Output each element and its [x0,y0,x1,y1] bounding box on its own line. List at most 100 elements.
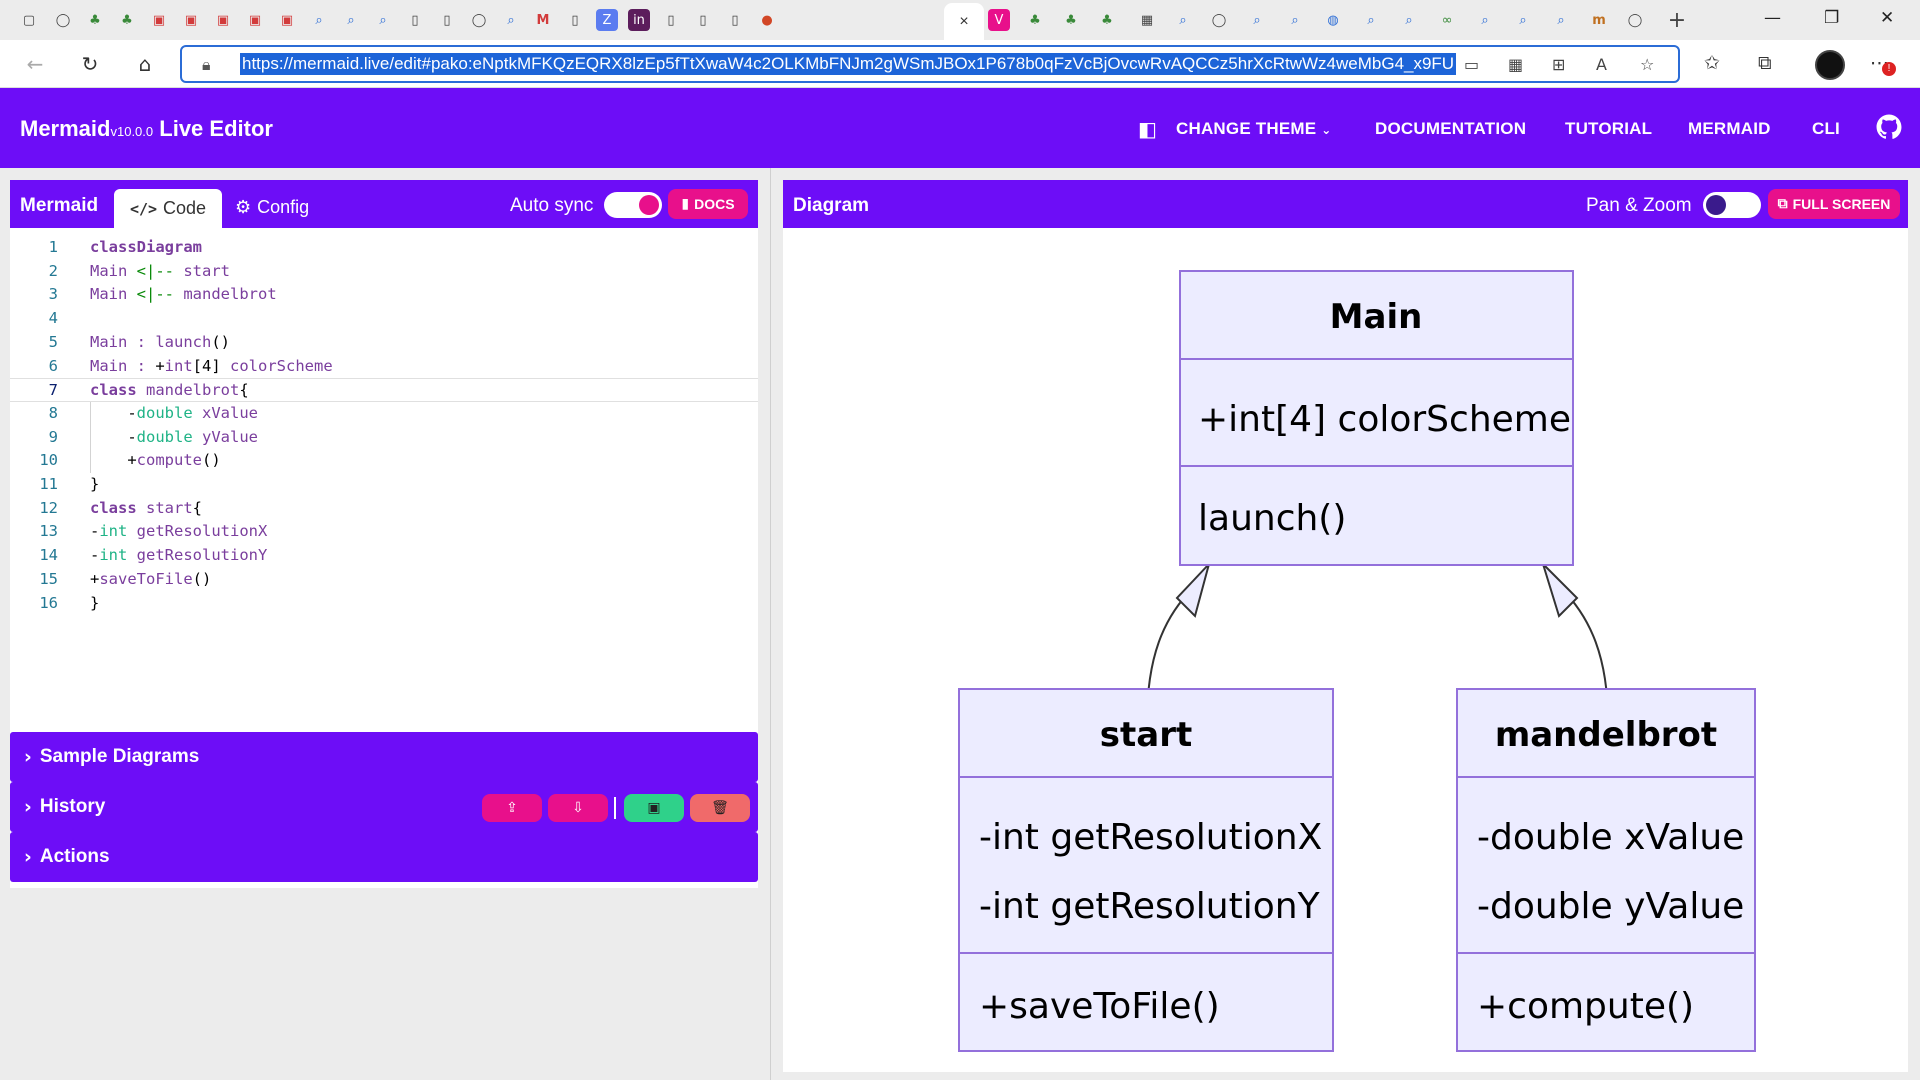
code-line[interactable]: 10 +compute() [10,449,758,473]
tab-favicon-in[interactable]: in [628,9,650,31]
tab-favicon-pink[interactable]: V [988,9,1010,31]
tab-favicon-doc[interactable]: ▯ [564,9,586,31]
tab-favicon-search[interactable]: ⌕ [372,9,394,31]
qr-code-icon[interactable]: ▦ [1508,55,1523,74]
tab-favicon-search[interactable]: ⌕ [500,9,522,31]
full-screen-button[interactable]: ⧉ FULL SCREEN [1768,189,1900,219]
address-bar[interactable]: 🔒︎ https://mermaid.live/edit#pako:eNptkM… [180,45,1680,83]
tab-favicon-green[interactable]: ♣ [116,9,138,31]
tab-favicon-green[interactable]: ♣ [1024,9,1046,31]
tab-favicon-search[interactable]: ⌕ [1512,9,1534,31]
code-line[interactable]: 3 Main <|-- mandelbrot [10,283,758,307]
lock-icon[interactable]: 🔒︎ [202,55,211,75]
add-favorite-icon[interactable]: ☆ [1640,55,1654,74]
code-line[interactable]: 12 class start{ [10,497,758,521]
active-tab[interactable]: × [944,3,984,40]
reload-icon[interactable]: ↻ [75,49,105,79]
code-line[interactable]: 9 -double yValue [10,426,758,450]
new-tab-icon[interactable]: + [1666,8,1688,33]
tab-favicon-github[interactable]: ◯ [468,9,490,31]
code-line[interactable]: 7 class mandelbrot{ [10,378,758,402]
code-line[interactable]: 1 classDiagram [10,236,758,260]
tab-favicon-z[interactable]: Z [596,9,618,31]
sample-diagrams-accordion[interactable]: › Sample Diagrams [10,732,758,782]
tab-favicon-doc[interactable]: ▯ [404,9,426,31]
device-icon[interactable]: ▭ [1464,55,1479,74]
delete-button[interactable]: 🗑︎ [690,794,750,822]
tab-favicon-search[interactable]: ⌕ [1360,9,1382,31]
tab-favicon-green[interactable]: ♣ [1096,9,1118,31]
profile-avatar[interactable] [1815,50,1845,80]
upload-button[interactable]: ⇪ [482,794,542,822]
tab-favicon-search[interactable]: ⌕ [1246,9,1268,31]
save-button[interactable]: ▣ [624,794,684,822]
code-line[interactable]: 8 -double xValue [10,402,758,426]
docs-button[interactable]: ▮ DOCS [668,189,748,219]
tab-favicon-link[interactable]: ∞ [1436,9,1458,31]
code-line[interactable]: 15 +saveToFile() [10,568,758,592]
code-line[interactable]: 13 -int getResolutionX [10,520,758,544]
class-start[interactable]: start -int getResolutionX -int getResolu… [958,688,1334,1052]
tab-favicon-search[interactable]: ⌕ [1550,9,1572,31]
tab-favicon-search[interactable]: ⌕ [340,9,362,31]
code-line[interactable]: 6 Main : +int[4] colorScheme [10,355,758,379]
download-button[interactable]: ⇩ [548,794,608,822]
close-window-icon[interactable]: ✕ [1880,8,1894,28]
pan-zoom-toggle[interactable] [1703,192,1761,218]
tab-actions-icon[interactable]: ▢ [18,9,40,31]
tab-favicon-green[interactable]: ♣ [84,9,106,31]
github-icon[interactable] [1876,114,1902,140]
cli-link[interactable]: CLI [1812,119,1840,139]
tab-favicon-github[interactable]: ◯ [1624,9,1646,31]
restore-icon[interactable]: ❐ [1824,8,1839,28]
tab-favicon-search[interactable]: ⌕ [308,9,330,31]
code-line[interactable]: 2 Main <|-- start [10,260,758,284]
tab-favicon-green[interactable]: ♣ [1060,9,1082,31]
tab-favicon-calendar[interactable]: ▦ [1136,9,1158,31]
class-main[interactable]: Main +int[4] colorScheme launch() [1179,270,1574,566]
tab-favicon-search[interactable]: ⌕ [1474,9,1496,31]
tab-favicon-search[interactable]: ⌕ [1284,9,1306,31]
code-line[interactable]: 11} [10,473,758,497]
home-icon[interactable]: ⌂ [130,49,160,79]
tab-favicon-search[interactable]: ⌕ [1172,9,1194,31]
mermaid-link[interactable]: MERMAID [1688,119,1771,139]
tab-favicon-gmail[interactable]: M [532,9,554,31]
tab-favicon-doc[interactable]: ▯ [692,9,714,31]
tutorial-link[interactable]: TUTORIAL [1565,119,1652,139]
tab-favicon-red[interactable]: ▣ [244,9,266,31]
class-mandelbrot[interactable]: mandelbrot -double xValue -double yValue… [1456,688,1756,1052]
tab-code[interactable]: </> Code [114,189,222,228]
tab-favicon-doc[interactable]: ▯ [660,9,682,31]
code-line[interactable]: 4 [10,307,758,331]
tab-favicon-doc[interactable]: ▯ [436,9,458,31]
change-theme-button[interactable]: CHANGE THEME ⌄ [1176,119,1332,139]
url-text[interactable]: https://mermaid.live/edit#pako:eNptkMFKQ… [240,53,1457,75]
class-diagram[interactable]: Main +int[4] colorScheme launch() start … [783,228,1908,1072]
tab-favicon-globe[interactable]: ◍ [1322,9,1344,31]
tab-favicon-red[interactable]: ▣ [180,9,202,31]
collections-icon[interactable]: ⧉ [1758,52,1772,74]
code-line[interactable]: 16} [10,592,758,616]
tab-config[interactable]: ⚙ Config [235,197,309,218]
favorites-icon[interactable]: ✩ [1704,52,1720,74]
tab-favicon-red[interactable]: ▣ [148,9,170,31]
tab-favicon-github[interactable]: ◯ [1208,9,1230,31]
documentation-link[interactable]: DOCUMENTATION [1375,119,1526,139]
apps-icon[interactable]: ⊞ [1552,55,1565,74]
tab-favicon-doc[interactable]: ▯ [724,9,746,31]
tab-favicon-github[interactable]: ◯ [52,9,74,31]
history-accordion[interactable]: › History ⇪ ⇩ ▣ 🗑︎ [10,782,758,832]
minimize-icon[interactable]: — [1764,8,1781,28]
code-line[interactable]: 14 -int getResolutionY [10,544,758,568]
back-icon[interactable]: ← [20,49,50,79]
tab-favicon-search[interactable]: ⌕ [1398,9,1420,31]
app-brand[interactable]: Mermaidv10.0.0 Live Editor [20,116,273,142]
close-tab-icon[interactable]: × [959,13,968,31]
read-aloud-icon[interactable]: A [1596,55,1607,74]
code-line[interactable]: 5 Main : launch() [10,331,758,355]
actions-accordion[interactable]: › Actions [10,832,758,882]
auto-sync-toggle[interactable] [604,192,662,218]
tab-favicon-red[interactable]: ▣ [276,9,298,31]
palette-icon[interactable]: ◧ [1138,117,1157,141]
